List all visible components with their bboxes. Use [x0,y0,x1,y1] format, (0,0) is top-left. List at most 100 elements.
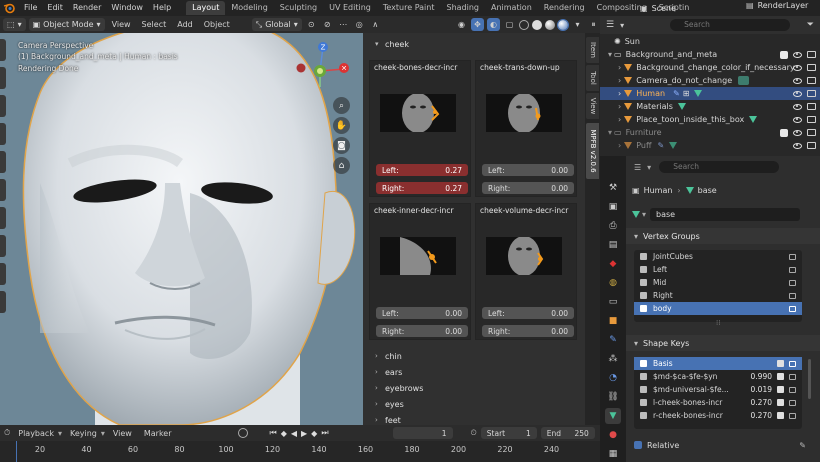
eye-icon[interactable] [793,103,802,110]
eye-icon[interactable] [793,142,802,149]
play-reverse-icon[interactable]: ◀ [291,429,297,438]
list-item[interactable]: r-cheek-bones-incr 0.270 [634,409,802,422]
outliner-row-puff[interactable]: › Puff ✎ [600,139,820,152]
viewport-menu-view[interactable]: View [108,20,135,29]
world-tab-icon[interactable]: ◍ [605,275,621,291]
menu-file[interactable]: File [19,0,42,16]
right-value-field[interactable]: Right: 0.00 [482,325,574,337]
eye-icon[interactable] [793,129,802,136]
outliner-row-background-and-meta[interactable]: ▾ ▭ Background_and_meta [600,48,820,61]
category-chin-header[interactable]: › chin [363,348,585,364]
pivot-icon[interactable]: ⊙ [305,18,318,31]
left-value-field[interactable]: Left: 0.00 [482,164,574,176]
breadcrumb-data[interactable]: base [698,186,717,195]
tab-item[interactable]: Item [586,37,599,63]
shape-key-checkbox[interactable] [777,399,784,406]
list-item[interactable]: body [634,302,802,315]
relative-checkbox[interactable] [634,441,642,449]
left-value-field[interactable]: Left: 0.27 [376,164,468,176]
lock-icon[interactable] [789,253,796,260]
preview-range-icon[interactable]: ⏲ [471,428,477,438]
3d-viewport[interactable]: Camera Perspective (1) Background_and_me… [0,33,363,425]
tab-view[interactable]: View [586,93,599,119]
timeline-editor-icon[interactable]: ⏱ [4,428,10,438]
lock-icon[interactable] [789,292,796,299]
list-item[interactable]: Right [634,289,802,302]
lock-icon[interactable] [789,399,796,406]
shape-keys-panel-header[interactable]: ▾ Shape Keys [626,335,820,351]
view-layer-tab-icon[interactable]: ▤ [605,237,621,253]
particles-tab-icon[interactable]: ⁂ [605,351,621,367]
scene-selector[interactable]: ▣ Scene [640,1,676,15]
rendered-shading-icon[interactable] [557,18,569,31]
render-camera-icon[interactable] [807,64,816,71]
wireframe-shading-icon[interactable] [519,19,529,30]
category-eyes-header[interactable]: › eyes [363,396,585,412]
solid-shading-icon[interactable] [532,19,542,30]
editor-type-dropdown[interactable]: ⬚ ▾ [3,18,26,31]
physics-tab-icon[interactable]: ◔ [605,370,621,386]
shape-key-checkbox[interactable] [777,412,784,419]
menu-help[interactable]: Help [148,0,176,16]
workspace-tab-sculpting[interactable]: Sculpting [274,1,323,15]
toolbar-strip[interactable] [0,33,8,425]
lock-icon[interactable] [789,373,796,380]
jump-end-icon[interactable]: ⏭ [321,428,328,438]
menu-window[interactable]: Window [106,0,148,16]
list-item[interactable]: l-cheek-bones-incr 0.270 [634,396,802,409]
list-resize-handle[interactable]: ⁞⁞ [716,319,720,327]
list-item[interactable]: Mid [634,276,802,289]
include-checkbox[interactable] [780,50,788,59]
render-camera-icon[interactable] [807,129,816,136]
shape-keys-scrollbar[interactable] [808,359,811,399]
shape-key-checkbox[interactable] [777,373,784,380]
eye-icon[interactable] [793,90,802,97]
workspace-tab-shading[interactable]: Shading [440,1,485,15]
list-item[interactable]: Left [634,263,802,276]
chevron-down-icon[interactable]: ▾ [571,18,584,31]
current-frame-field[interactable]: 1 [392,427,453,439]
modifier-tab-icon[interactable]: ✎ [605,332,621,348]
breadcrumb-object[interactable]: Human [644,186,673,195]
xray-icon[interactable]: ▢ [503,18,516,31]
timeline-menu-keying[interactable]: Keying [66,429,101,438]
viewport-menu-object[interactable]: Object [200,20,234,29]
eye-icon[interactable] [793,116,802,123]
outliner-editor-icon[interactable]: ☰ [606,20,614,30]
timeline-ruler[interactable]: 20 40 60 80 100 120 140 160 180 200 220 240 [0,443,600,457]
end-frame-field[interactable]: End 250 [540,427,595,439]
lock-camera-icon[interactable]: ⌂ [333,157,350,174]
workspace-tab-layout[interactable]: Layout [186,1,226,15]
list-item[interactable]: $md-universal-$fe... 0.019 [634,383,802,396]
category-cheek-header[interactable]: ▾ cheek [363,36,409,52]
mesh-data-icon[interactable] [632,210,640,218]
eye-icon[interactable] [793,77,802,84]
shape-key-checkbox[interactable] [777,386,784,393]
menu-edit[interactable]: Edit [42,0,68,16]
tab-mpfb[interactable]: MPFB v2.0.6 [586,123,599,179]
gizmo-icon[interactable]: ✥ [471,18,484,31]
view-layer-selector[interactable]: ▤ RenderLayer [746,1,808,10]
menu-render[interactable]: Render [68,0,106,16]
viewport-menu-select[interactable]: Select [138,20,171,29]
snap-icon[interactable]: ⊘ [321,18,334,31]
falloff-icon[interactable]: ∧ [369,18,382,31]
right-value-field[interactable]: Right: 0.00 [376,325,468,337]
outliner-row-place-toon[interactable]: › Place_toon_inside_this_box [600,113,820,126]
collection-tab-icon[interactable]: ▭ [605,294,621,310]
render-camera-icon[interactable] [807,77,816,84]
scene-tab-icon[interactable]: ◆ [605,256,621,272]
filter-icon[interactable]: ▾ [620,21,624,30]
render-camera-icon[interactable] [807,142,816,149]
constraints-tab-icon[interactable]: ⛓ [605,389,621,405]
render-tab-icon[interactable]: ▣ [605,199,621,215]
transform-orientation-dropdown[interactable]: ⤡ Global ▾ [251,18,302,31]
overlay-icon[interactable]: ◐ [487,18,500,31]
workspace-tab-uv-editing[interactable]: UV Editing [323,1,377,15]
workspace-tab-animation[interactable]: Animation [485,1,538,15]
category-ears-header[interactable]: › ears [363,364,585,380]
outliner-row-background-change-color[interactable]: › Background_change_color_if_necessary [600,61,820,74]
autokey-record-icon[interactable] [237,428,248,438]
mesh-name-field[interactable]: base [650,207,801,221]
snap-target-icon[interactable]: ⋯ [337,18,350,31]
